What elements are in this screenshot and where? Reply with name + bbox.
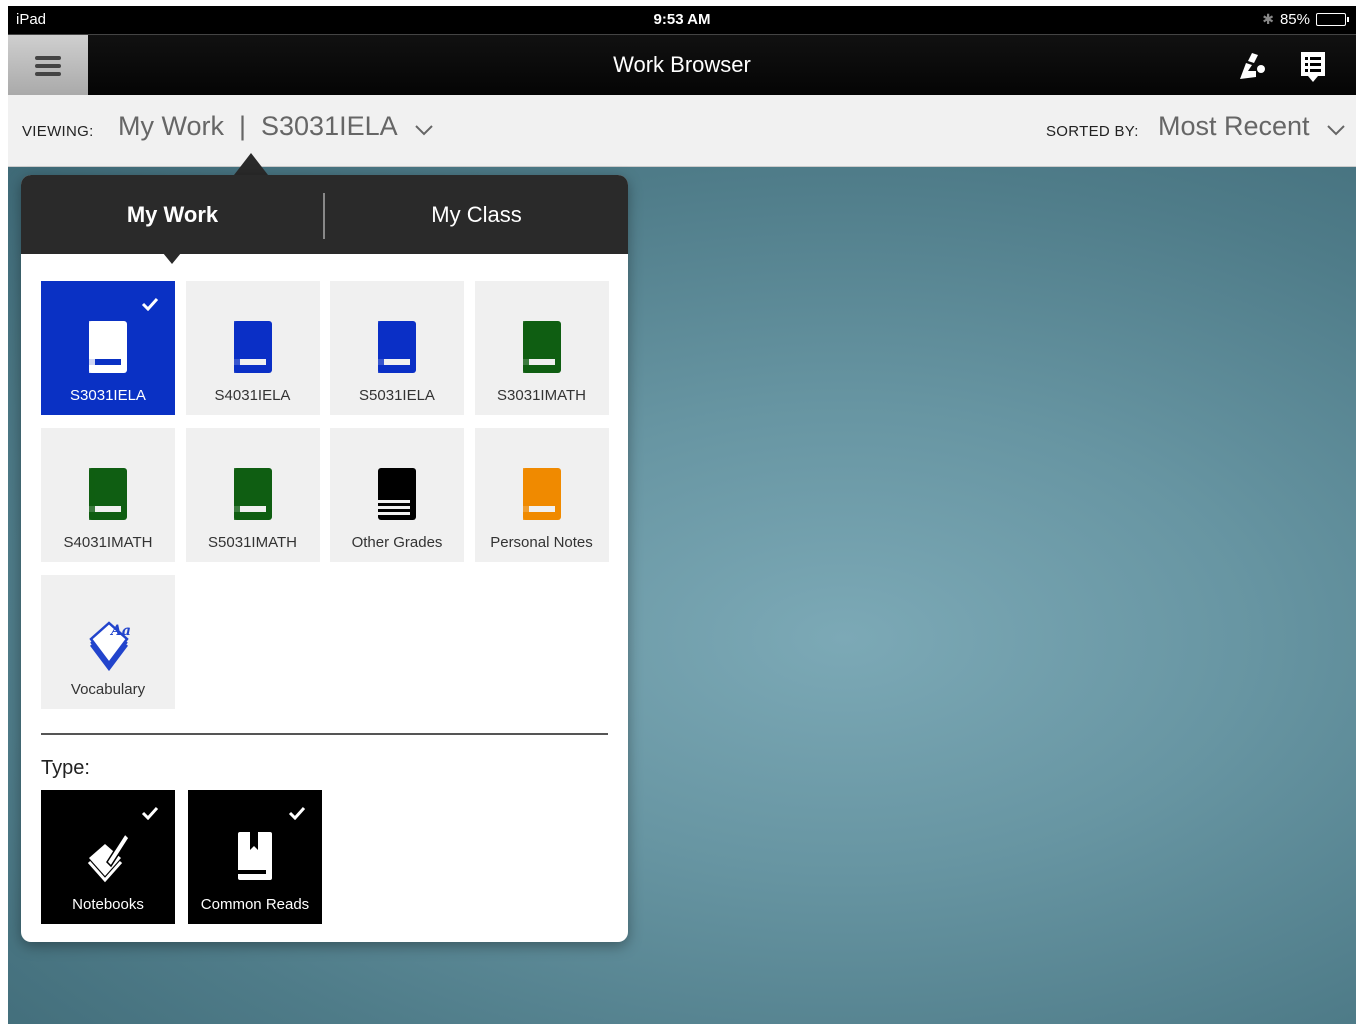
collection-tile[interactable]: S5031IMATH xyxy=(185,428,320,562)
collection-name: S4031IELA xyxy=(214,387,291,404)
type-label: Type: xyxy=(41,757,90,779)
book-icon xyxy=(89,468,127,520)
tab-my-class[interactable]: My Class xyxy=(325,175,628,254)
notes-list-icon[interactable] xyxy=(1296,49,1330,83)
collection-name: Personal Notes xyxy=(490,534,593,551)
page-title: Work Browser xyxy=(613,52,751,77)
checkmark-icon xyxy=(288,806,306,820)
tab-my-work[interactable]: My Work xyxy=(21,175,324,254)
collection-name: S5031IMATH xyxy=(208,534,297,551)
battery-percent: 85% xyxy=(1279,11,1310,28)
collection-name: S4031IMATH xyxy=(63,534,153,551)
viewing-selector[interactable]: My Work | S3031IELA xyxy=(118,111,398,142)
collection-name: S3031IELA xyxy=(70,387,146,404)
type-tile[interactable]: Common Reads xyxy=(188,790,322,924)
chevron-down-icon[interactable] xyxy=(1326,123,1346,137)
section-divider xyxy=(41,733,608,735)
type-name: Notebooks xyxy=(72,896,144,913)
book-stack-icon xyxy=(378,468,416,520)
ipad-screen: iPad 9:53 AM ✱ 85% Work Browser VIEWING:… xyxy=(8,6,1356,1024)
status-right: ✱ 85% xyxy=(1262,11,1349,28)
collection-name: S3031IMATH xyxy=(497,387,586,404)
tab-bar: My Work My Class xyxy=(21,175,628,254)
filter-bar: VIEWING: My Work | S3031IELA SORTED BY: … xyxy=(8,95,1356,167)
collection-tile[interactable]: S5031IELA xyxy=(330,281,464,415)
bluetooth-icon: ✱ xyxy=(1262,11,1274,27)
sorted-by-label: SORTED BY: xyxy=(1046,123,1139,140)
vocabulary-icon: Aa xyxy=(89,621,131,671)
book-icon xyxy=(522,321,561,373)
collection-tile[interactable]: S3031IELA xyxy=(41,281,175,415)
collection-tile[interactable]: S4031IELA xyxy=(185,281,320,415)
book-icon xyxy=(522,468,561,520)
nav-bar: Work Browser xyxy=(8,34,1356,96)
book-icon xyxy=(233,321,272,373)
viewing-label: VIEWING: xyxy=(22,123,94,140)
checkmark-icon xyxy=(141,806,159,820)
type-tile[interactable]: Notebooks xyxy=(41,790,175,924)
collection-tile[interactable]: S3031IMATH xyxy=(474,281,609,415)
collection-tile[interactable]: S4031IMATH xyxy=(41,428,175,562)
checkmark-icon xyxy=(141,297,159,311)
collection-name: S5031IELA xyxy=(359,387,435,404)
collection-popover: My Work My Class S3031IELA S4031IELA S50… xyxy=(21,175,628,942)
book-icon xyxy=(233,468,272,520)
tab-pointer xyxy=(163,253,181,264)
notebook-pen-icon xyxy=(87,832,130,883)
collection-name: Other Grades xyxy=(351,534,443,551)
book-icon xyxy=(89,321,127,373)
open-book-icon xyxy=(238,832,272,880)
book-icon xyxy=(378,321,416,373)
sort-selector[interactable]: Most Recent xyxy=(1158,111,1310,142)
chevron-down-icon[interactable] xyxy=(414,123,434,137)
status-bar: iPad 9:53 AM ✱ 85% xyxy=(8,6,1356,34)
type-name: Common Reads xyxy=(200,896,310,913)
collection-tile[interactable]: Aa Vocabulary xyxy=(41,575,175,709)
collection-tile[interactable]: Other Grades xyxy=(330,428,464,562)
tools-icon[interactable] xyxy=(1234,49,1268,83)
battery-icon xyxy=(1316,13,1349,26)
svg-text:Aa: Aa xyxy=(109,623,131,639)
popover-arrow xyxy=(234,153,268,175)
collection-name: Vocabulary xyxy=(70,681,146,698)
status-time: 9:53 AM xyxy=(653,11,711,28)
collection-tile[interactable]: Personal Notes xyxy=(474,428,609,562)
